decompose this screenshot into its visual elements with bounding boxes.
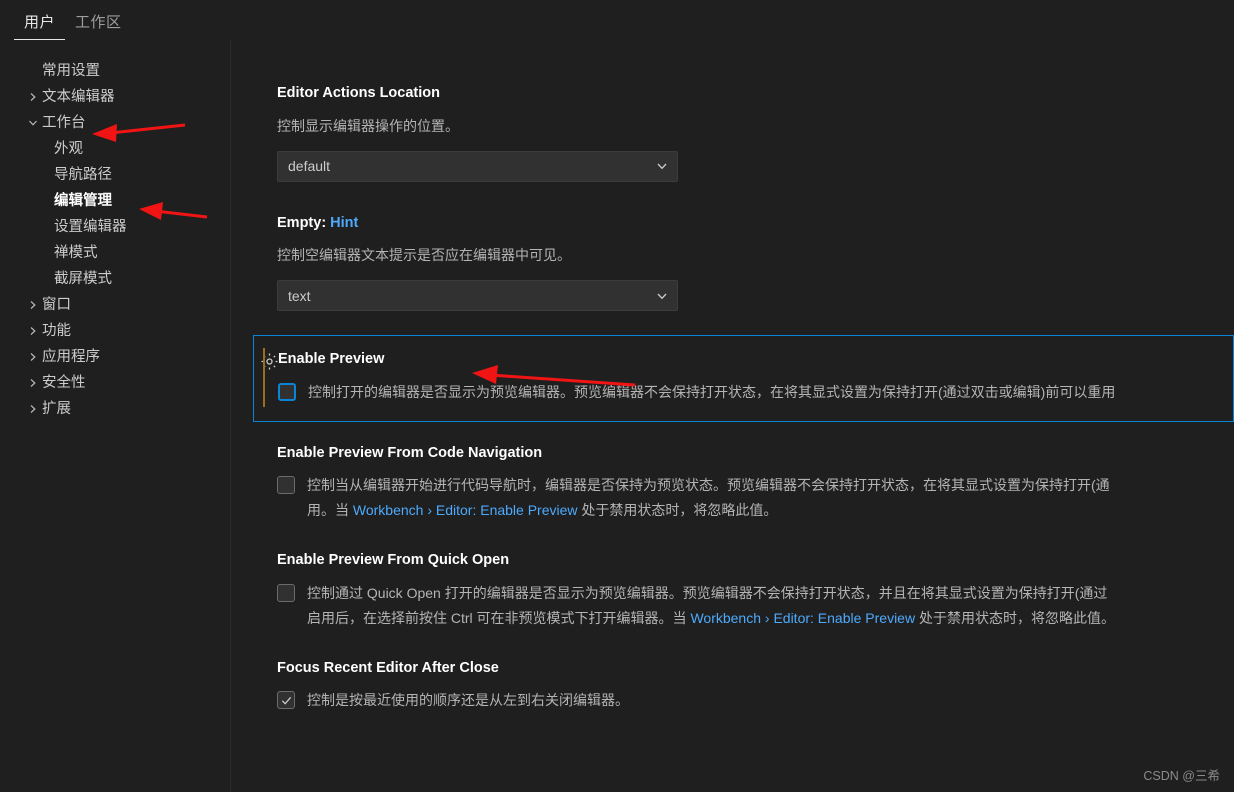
setting-checkbox-row: 控制当从编辑器开始进行代码导航时，编辑器是否保持为预览状态。预览编辑器不会保持打… — [277, 473, 1234, 523]
setting-empty-hint: Empty: Hint 控制空编辑器文本提示是否应在编辑器中可见。 text — [231, 214, 1234, 311]
setting-description: 控制空编辑器文本提示是否应在编辑器中可见。 — [277, 247, 571, 263]
dropdown-value: default — [288, 158, 331, 174]
desc-post: 处于禁用状态时，将忽略此值。 — [577, 502, 778, 518]
toc-label: 外观 — [54, 140, 83, 157]
desc-pre: 启用后，在选择前按住 Ctrl 可在非预览模式下打开编辑器。当 — [307, 609, 691, 626]
setting-checkbox-row: 控制是按最近使用的顺序还是从左到右关闭编辑器。 — [277, 688, 1234, 713]
dropdown-value: text — [288, 287, 311, 304]
setting-title: Empty: Hint — [277, 214, 1234, 231]
tab-workspace[interactable]: 工作区 — [65, 15, 132, 40]
setting-enable-preview[interactable]: Enable Preview 控制打开的编辑器是否显示为预览编辑器。预览编辑器不… — [253, 335, 1234, 422]
toc-label: 禅模式 — [54, 244, 98, 261]
modified-indicator — [263, 348, 265, 407]
setting-link[interactable]: Workbench › Editor: Enable Preview — [690, 610, 915, 626]
tab-user[interactable]: 用户 — [14, 14, 66, 40]
setting-enable-preview-from-code-navigation: Enable Preview From Code Navigation 控制当从… — [231, 444, 1234, 524]
settings-body: 常用设置 文本编辑器 工作台 外观 导航路径 编辑管理 设置编辑器 禅模式 截屏… — [0, 40, 1234, 792]
chevron-down-icon — [24, 117, 42, 129]
empty-hint-dropdown[interactable]: text — [277, 280, 678, 311]
toc-label: 扩展 — [42, 400, 71, 417]
toc-item-settings-editor[interactable]: 设置编辑器 — [0, 214, 230, 240]
toc-label: 功能 — [42, 322, 71, 339]
chevron-right-icon — [24, 299, 42, 311]
setting-description: 控制打开的编辑器是否显示为预览编辑器。预览编辑器不会保持打开状态，在将其显式设置… — [308, 383, 1116, 400]
toc-item-workbench[interactable]: 工作台 — [0, 110, 230, 136]
setting-enable-preview-from-quick-open: Enable Preview From Quick Open 控制通过 Quic… — [231, 553, 1234, 631]
setting-description: 控制是按最近使用的顺序还是从左到右关闭编辑器。 — [307, 692, 629, 708]
setting-focus-recent-editor-after-close: Focus Recent Editor After Close 控制是按最近使用… — [231, 659, 1234, 714]
toc-label: 导航路径 — [54, 166, 112, 183]
toc-item-application[interactable]: 应用程序 — [0, 344, 230, 370]
setting-description-block: 控制通过 Quick Open 打开的编辑器是否显示为预览编辑器。预览编辑器不会… — [307, 581, 1115, 631]
toc-item-editor-management[interactable]: 编辑管理 — [0, 188, 230, 214]
toc-item-security[interactable]: 安全性 — [0, 370, 230, 396]
setting-checkbox-row: 控制打开的编辑器是否显示为预览编辑器。预览编辑器不会保持打开状态，在将其显式设置… — [278, 380, 1233, 405]
editor-actions-location-dropdown[interactable]: default — [277, 150, 678, 182]
toc-item-window[interactable]: 窗口 — [0, 292, 230, 318]
toc-item-common-settings[interactable]: 常用设置 — [0, 58, 230, 84]
toc-item-screencast-mode[interactable]: 截屏模式 — [0, 266, 230, 292]
toc-item-appearance[interactable]: 外观 — [0, 136, 230, 162]
desc-post: 处于禁用状态时，将忽略此值。 — [915, 609, 1115, 626]
chevron-right-icon — [24, 403, 42, 415]
setting-link[interactable]: Workbench › Editor: Enable Preview — [353, 502, 578, 518]
chevron-down-icon — [655, 159, 669, 173]
setting-title: Editor Actions Location — [277, 85, 440, 101]
chevron-down-icon — [655, 289, 669, 303]
toc-item-features[interactable]: 功能 — [0, 318, 230, 344]
setting-description-line2: 用。当 Workbench › Editor: Enable Preview 处… — [307, 498, 1110, 523]
watermark: CSDN @三希 — [1143, 769, 1220, 783]
setting-description-line1: 控制通过 Quick Open 打开的编辑器是否显示为预览编辑器。预览编辑器不会… — [307, 584, 1108, 601]
toc-label: 应用程序 — [42, 348, 100, 365]
toc-label: 文本编辑器 — [42, 88, 115, 105]
desc-pre: 用。当 — [307, 502, 353, 518]
setting-title: Enable Preview From Code Navigation — [277, 444, 543, 461]
enable-preview-from-quick-open-checkbox[interactable] — [277, 583, 295, 602]
setting-description-line2: 启用后，在选择前按住 Ctrl 可在非预览模式下打开编辑器。当 Workbenc… — [307, 606, 1115, 631]
toc-label: 编辑管理 — [54, 192, 112, 209]
setting-description-block: 控制当从编辑器开始进行代码导航时，编辑器是否保持为预览状态。预览编辑器不会保持打… — [307, 473, 1110, 523]
toc-label: 截屏模式 — [54, 270, 112, 287]
setting-title: Enable Preview From Quick Open — [277, 552, 510, 568]
toc-label: 常用设置 — [42, 62, 100, 79]
toc-label: 安全性 — [42, 374, 86, 391]
settings-scope-tabbar: 用户 工作区 — [0, 0, 1234, 40]
chevron-right-icon — [24, 351, 42, 363]
toc-label: 设置编辑器 — [54, 218, 127, 235]
setting-checkbox-row: 控制通过 Quick Open 打开的编辑器是否显示为预览编辑器。预览编辑器不会… — [277, 581, 1234, 631]
tab-workspace-label: 工作区 — [75, 14, 122, 31]
setting-editor-actions-location: Editor Actions Location 控制显示编辑器操作的位置。 de… — [231, 86, 1234, 182]
settings-list: Editor Actions Location 控制显示编辑器操作的位置。 de… — [231, 40, 1234, 792]
toc-label: 工作台 — [42, 114, 86, 131]
setting-title-accent: Hint — [330, 214, 359, 231]
toc-label: 窗口 — [42, 296, 71, 313]
toc-item-breadcrumbs[interactable]: 导航路径 — [0, 162, 230, 188]
setting-title-prefix: Empty: — [277, 214, 331, 231]
chevron-right-icon — [24, 325, 42, 337]
toc-item-zen-mode[interactable]: 禅模式 — [0, 240, 230, 266]
settings-toc-sidebar: 常用设置 文本编辑器 工作台 外观 导航路径 编辑管理 设置编辑器 禅模式 截屏… — [0, 40, 231, 792]
enable-preview-from-code-navigation-checkbox[interactable] — [277, 476, 295, 494]
chevron-right-icon — [24, 377, 42, 389]
enable-preview-checkbox[interactable] — [278, 382, 296, 401]
setting-title: Focus Recent Editor After Close — [277, 659, 499, 676]
toc-item-text-editor[interactable]: 文本编辑器 — [0, 84, 230, 110]
toc-item-extensions[interactable]: 扩展 — [0, 396, 230, 422]
chevron-right-icon — [24, 91, 42, 103]
focus-recent-editor-after-close-checkbox[interactable] — [277, 691, 295, 709]
tab-user-label: 用户 — [24, 14, 56, 31]
setting-title: Enable Preview — [278, 351, 385, 367]
setting-description-line1: 控制当从编辑器开始进行代码导航时，编辑器是否保持为预览状态。预览编辑器不会保持打… — [307, 477, 1110, 493]
setting-description: 控制显示编辑器操作的位置。 — [277, 117, 459, 134]
